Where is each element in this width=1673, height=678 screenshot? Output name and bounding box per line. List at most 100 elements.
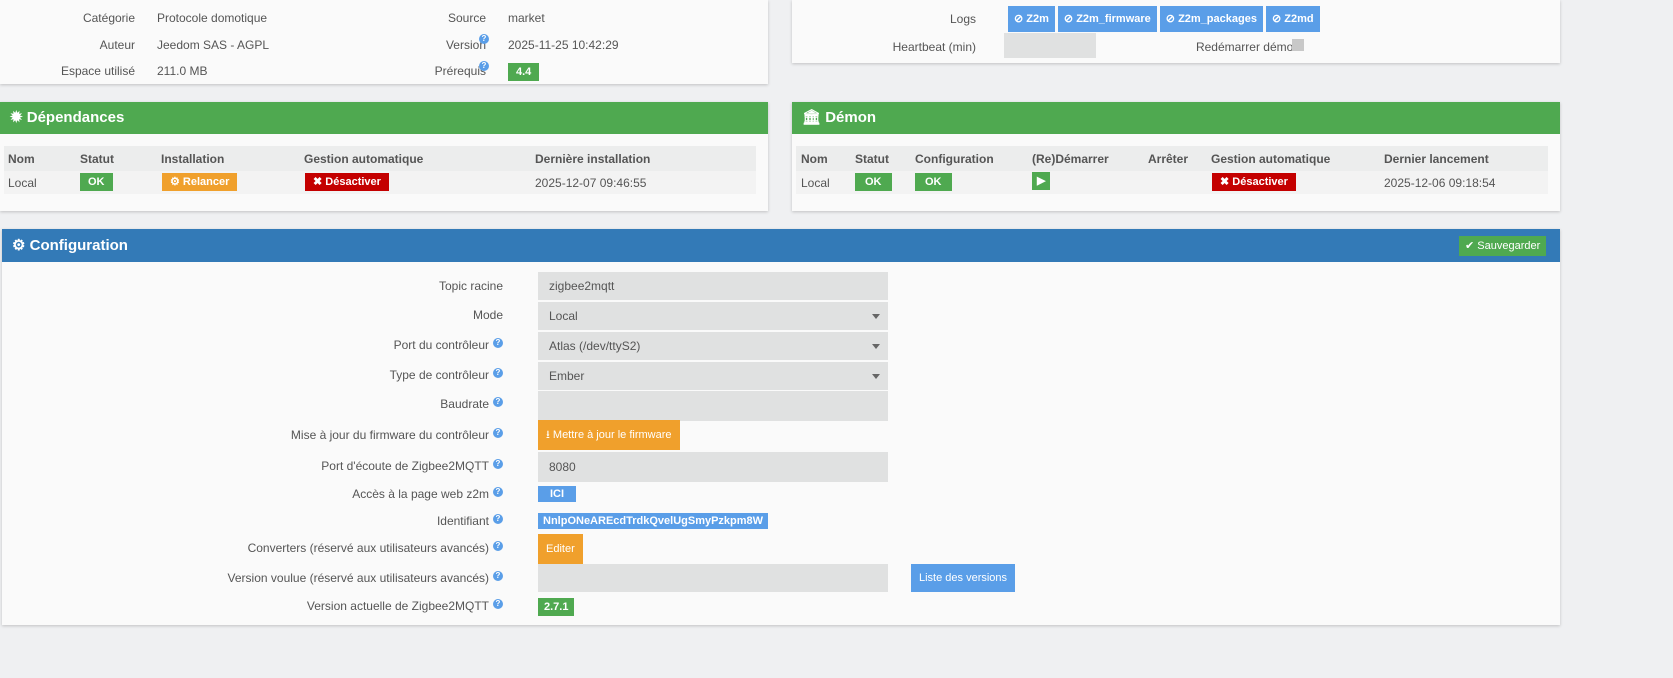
save-label: Sauvegarder	[1477, 240, 1541, 252]
help-icon[interactable]: ?	[493, 599, 503, 609]
type-select[interactable]: Ember	[538, 362, 888, 390]
heartbeat-input[interactable]	[1004, 33, 1096, 58]
logs-label: Logs	[949, 12, 976, 26]
log-button-z2m-packages[interactable]: ⊘ Z2m_packages	[1159, 6, 1263, 32]
help-icon[interactable]: ?	[493, 459, 503, 469]
relaunch-button[interactable]: ⚙ Relancer	[162, 173, 238, 191]
disable-button[interactable]: ✖ Désactiver	[305, 173, 389, 191]
port-label-text: Port du contrôleur	[393, 338, 489, 352]
space-label: Espace utilisé	[60, 64, 135, 78]
type-label-text: Type de contrôleur	[389, 368, 489, 382]
table-row: Local OK OK ▶ ✖ Désactiver 2025-12-06 09…	[796, 171, 1548, 194]
status-badge: OK	[80, 173, 113, 191]
port-value: Atlas (/dev/ttyS2)	[549, 339, 641, 353]
th-gestion: Gestion automatique	[1211, 152, 1331, 166]
help-icon[interactable]: ?	[493, 571, 503, 581]
update-firmware-button[interactable]: ⭳ Mettre à jour le firmware	[538, 420, 680, 450]
converters-label: Converters (réservé aux utilisateurs ava…	[248, 541, 503, 555]
relaunch-label: Relancer	[182, 176, 230, 188]
author-value: Jeedom SAS - AGPL	[157, 38, 270, 52]
identifier-label: Identifiant?	[437, 514, 503, 528]
help-icon[interactable]: ?	[493, 487, 503, 497]
space-value: 211.0 MB	[157, 64, 208, 78]
converters-label-text: Converters (réservé aux utilisateurs ava…	[247, 541, 489, 555]
help-icon[interactable]: ?	[493, 397, 503, 407]
mode-select[interactable]: Local	[538, 302, 888, 330]
listen-port-label: Port d'écoute de Zigbee2MQTT?	[321, 459, 503, 473]
start-button[interactable]: ▶	[1032, 172, 1051, 190]
row-date: 2025-12-06 09:18:54	[1384, 176, 1496, 190]
log-button-z2m-firmware[interactable]: ⊘ Z2m_firmware	[1057, 6, 1157, 32]
restart-checkbox[interactable]	[1292, 39, 1304, 51]
daemon-header: 🏛 Démon	[792, 102, 1560, 134]
disable-label: Désactiver	[1232, 176, 1288, 188]
dependencies-title: Dépendances	[26, 109, 125, 126]
th-statut: Statut	[80, 152, 114, 166]
version-value: 2025-11-25 10:42:29	[508, 38, 619, 52]
listen-port-input[interactable]: 8080	[538, 452, 888, 482]
th-statut: Statut	[855, 152, 889, 166]
heartbeat-label: Heartbeat (min)	[892, 40, 976, 54]
help-icon[interactable]: ?	[479, 61, 489, 71]
mode-label: Mode	[472, 308, 503, 322]
row-nom: Local	[801, 176, 830, 190]
configuration-header: ⚙ Configuration	[2, 229, 1560, 262]
log-label: Z2m	[1026, 13, 1049, 25]
log-label: Z2md	[1284, 13, 1314, 25]
status-badge: OK	[855, 173, 892, 191]
edit-converters-button[interactable]: Editer	[538, 534, 583, 564]
web-access-label-text: Accès à la page web z2m	[352, 487, 489, 501]
category-label: Catégorie	[82, 11, 135, 25]
port-select[interactable]: Atlas (/dev/ttyS2)	[538, 332, 888, 360]
logs-panel: Logs ⊘ Z2m ⊘ Z2m_firmware ⊘ Z2m_packages…	[792, 0, 1560, 63]
prerequis-badge: 4.4	[508, 63, 540, 81]
wanted-version-label-text: Version voulue (réservé aux utilisateurs…	[227, 571, 489, 585]
baudrate-label-text: Baudrate	[440, 397, 489, 411]
save-button[interactable]: ✔ Sauvegarder	[1459, 236, 1547, 256]
baudrate-input[interactable]	[538, 391, 888, 421]
row-date: 2025-12-07 09:46:55	[535, 176, 647, 190]
help-icon[interactable]: ?	[493, 338, 503, 348]
source-value: market	[508, 11, 545, 25]
th-stop: Arrêter	[1148, 152, 1189, 166]
th-date: Dernier lancement	[1384, 152, 1489, 166]
versions-list-button[interactable]: Liste des versions	[911, 564, 1016, 592]
dependencies-panel: ✹ Dépendances Nom Statut Installation Ge…	[0, 102, 768, 211]
log-button-z2md[interactable]: ⊘ Z2md	[1265, 6, 1320, 32]
listen-port-label-text: Port d'écoute de Zigbee2MQTT	[321, 459, 489, 473]
dependencies-header: ✹ Dépendances	[0, 102, 768, 134]
category-value: Protocole domotique	[157, 11, 268, 25]
web-access-button[interactable]: ICI	[538, 486, 577, 502]
help-icon[interactable]: ?	[493, 428, 503, 438]
daemon-title: Démon	[825, 109, 877, 126]
restart-label: Redémarrer démon	[1195, 40, 1300, 54]
log-label: Z2m_firmware	[1076, 13, 1151, 25]
help-icon[interactable]: ?	[479, 34, 489, 44]
configuration-title: Configuration	[29, 237, 128, 254]
current-version-badge: 2.7.1	[538, 598, 575, 616]
help-icon[interactable]: ?	[493, 514, 503, 524]
firmware-label-text: Mise à jour du firmware du contrôleur	[290, 428, 489, 442]
row-nom: Local	[8, 176, 37, 190]
dependencies-table: Nom Statut Installation Gestion automati…	[4, 146, 756, 194]
th-restart: (Re)Démarrer	[1032, 152, 1109, 166]
help-icon[interactable]: ?	[493, 368, 503, 378]
th-installation: Installation	[161, 152, 225, 166]
help-icon[interactable]: ?	[493, 541, 503, 551]
chevron-down-icon	[872, 314, 880, 319]
chevron-down-icon	[872, 344, 880, 349]
th-gestion: Gestion automatique	[304, 152, 424, 166]
port-label: Port du contrôleur?	[394, 338, 503, 352]
firmware-label: Mise à jour du firmware du contrôleur?	[291, 428, 503, 442]
disable-button[interactable]: ✖ Désactiver	[1212, 173, 1296, 191]
table-row: Local OK ⚙ Relancer ✖ Désactiver 2025-12…	[4, 171, 756, 194]
topic-input[interactable]: zigbee2mqtt	[538, 272, 888, 300]
th-nom: Nom	[801, 152, 828, 166]
update-firmware-label: Mettre à jour le firmware	[552, 429, 672, 441]
wanted-version-input[interactable]	[538, 564, 888, 592]
wanted-version-label: Version voulue (réservé aux utilisateurs…	[228, 571, 503, 585]
daemon-table: Nom Statut Configuration (Re)Démarrer Ar…	[796, 146, 1548, 194]
current-version-label-text: Version actuelle de Zigbee2MQTT	[306, 599, 489, 613]
type-label: Type de contrôleur?	[390, 368, 503, 382]
log-button-z2m[interactable]: ⊘ Z2m	[1008, 6, 1055, 32]
